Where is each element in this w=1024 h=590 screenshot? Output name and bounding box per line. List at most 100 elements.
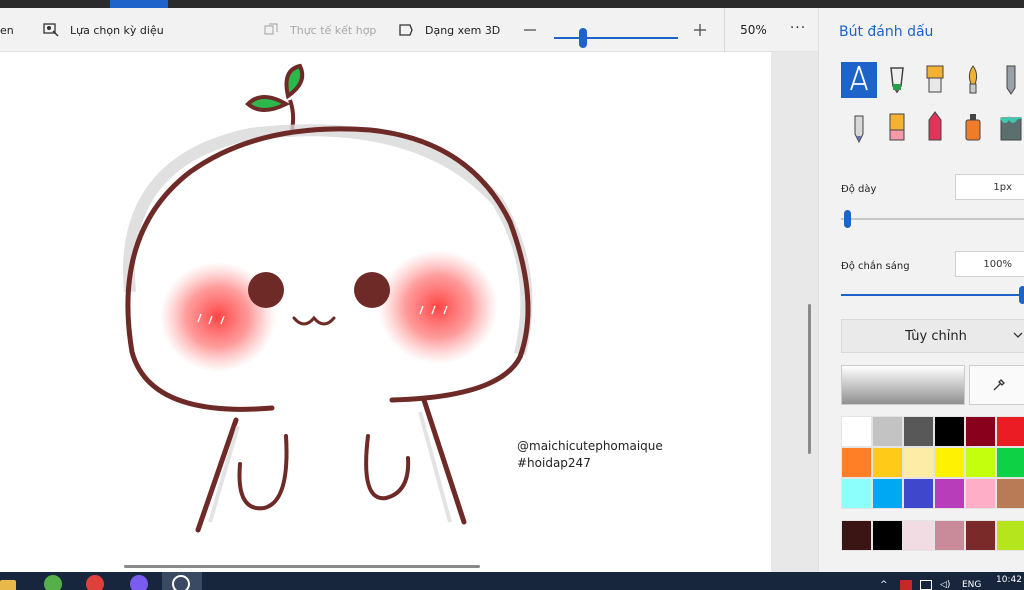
app-icon-2[interactable] [130, 575, 148, 590]
paint3d-taskbar-item[interactable] [162, 572, 202, 590]
thickness-slider-thumb[interactable] [843, 210, 851, 228]
eyedropper-icon [993, 379, 1005, 391]
toolbar-cut-off-item[interactable]: en [0, 8, 14, 52]
crayon-icon [928, 111, 942, 141]
zoom-slider-thumb[interactable] [579, 28, 587, 48]
color-swatch[interactable] [903, 447, 934, 478]
paint3d-window: en Lựa chọn kỳ diệu Thực tế kết hợp Dạng… [0, 0, 1024, 590]
tab-active[interactable] [110, 0, 168, 8]
oil-brush-icon [926, 65, 944, 93]
magic-select-label: Lựa chọn kỳ diệu [70, 23, 164, 37]
custom-palette-row [841, 520, 1024, 551]
credit-handle: @maichicutephomaique [517, 439, 663, 453]
calligraphy-pen-brush-button[interactable] [841, 62, 877, 98]
color-swatch[interactable] [872, 416, 903, 447]
magic-select-button[interactable]: Lựa chọn kỳ diệu [42, 8, 164, 52]
custom-color-swatch[interactable] [872, 520, 903, 551]
watercolor-brush-brush-button[interactable] [955, 62, 991, 98]
top-ribbon-tabs [0, 0, 1024, 8]
tray-chevron-icon[interactable]: ^ [880, 580, 888, 590]
color-swatch[interactable] [934, 416, 965, 447]
zoom-in-button[interactable] [690, 20, 710, 40]
thickness-slider-track[interactable] [841, 218, 1024, 220]
color-swatch[interactable] [996, 447, 1024, 478]
file-explorer-icon[interactable] [0, 580, 16, 590]
more-options-button[interactable]: ··· [784, 20, 812, 40]
chrome-icon[interactable] [86, 575, 104, 590]
custom-color-swatch[interactable] [934, 520, 965, 551]
toolbar: en Lựa chọn kỳ diệu Thực tế kết hợp Dạng… [0, 8, 818, 52]
spray-can-icon [965, 114, 981, 141]
app-icon[interactable] [44, 575, 62, 590]
drawing-canvas[interactable] [0, 52, 771, 572]
ink-pen-icon [890, 67, 904, 94]
minus-icon [524, 29, 536, 31]
zoom-out-button[interactable] [520, 20, 540, 40]
colored-pencil-brush-button[interactable] [841, 110, 877, 146]
current-color-preview[interactable] [841, 365, 965, 405]
color-swatch[interactable] [903, 478, 934, 509]
opacity-input[interactable]: 100% [955, 251, 1024, 277]
opacity-slider-track[interactable] [841, 294, 1024, 296]
color-swatch[interactable] [965, 416, 996, 447]
language-indicator[interactable]: ENG [962, 580, 981, 590]
fill-bucket-icon [1000, 115, 1022, 141]
spray-can-brush-button[interactable] [955, 110, 991, 146]
color-swatch[interactable] [965, 478, 996, 509]
color-palette [841, 416, 1024, 509]
pencil-brush-button[interactable] [993, 62, 1024, 98]
palette-row [841, 416, 1024, 447]
windows-taskbar: ^ ◁) ENG 10:42 A [0, 572, 1024, 590]
thickness-input[interactable]: 1px [955, 174, 1024, 200]
mixed-reality-label: Thực tế kết hợp [290, 23, 377, 37]
color-swatch[interactable] [996, 416, 1024, 447]
magic-select-icon [42, 21, 60, 39]
eyedropper-button[interactable] [969, 365, 1024, 405]
zoom-slider-track[interactable] [554, 37, 678, 39]
color-swatch[interactable] [872, 447, 903, 478]
view-3d-icon [397, 21, 415, 39]
color-swatch[interactable] [903, 416, 934, 447]
drawing-artwork [123, 63, 533, 533]
pencil-icon [1006, 65, 1016, 95]
paint3d-icon [172, 575, 190, 590]
color-swatch[interactable] [841, 478, 872, 509]
custom-color-swatch[interactable] [996, 520, 1024, 551]
color-swatch[interactable] [934, 478, 965, 509]
custom-color-swatch[interactable] [841, 520, 872, 551]
color-swatch[interactable] [996, 478, 1024, 509]
volume-icon[interactable]: ◁) [940, 580, 950, 590]
clock[interactable]: 10:42 A [996, 575, 1024, 585]
crayon-brush-button[interactable] [917, 110, 953, 146]
custom-brush-dropdown[interactable]: Tùy chỉnh [841, 319, 1024, 353]
eraser-brush-button[interactable] [879, 110, 915, 146]
watercolor-brush-icon [968, 65, 978, 94]
canvas-area: @maichicutephomaique #hoidap247 [0, 52, 818, 572]
fill-bucket-brush-button[interactable] [993, 110, 1024, 146]
custom-color-swatch[interactable] [965, 520, 996, 551]
brushes-panel: Bút đánh dấu Độ dày 1px Độ chắn sáng 100… [818, 8, 1024, 572]
vertical-scrollbar[interactable] [808, 304, 811, 454]
calligraphy-pen-icon [850, 65, 868, 91]
colored-pencil-icon [854, 115, 864, 144]
color-swatch[interactable] [841, 416, 872, 447]
chevron-down-icon [1012, 329, 1024, 345]
view-3d-button[interactable]: Dạng xem 3D [397, 8, 500, 52]
color-swatch[interactable] [841, 447, 872, 478]
battery-icon[interactable] [920, 580, 932, 590]
palette-row [841, 478, 1024, 509]
zoom-level[interactable]: 50% [724, 8, 772, 52]
view-3d-label: Dạng xem 3D [425, 23, 501, 37]
color-swatch[interactable] [872, 478, 903, 509]
ink-pen-brush-button[interactable] [879, 62, 915, 98]
thickness-label: Độ dày [841, 184, 877, 195]
oil-brush-brush-button[interactable] [917, 62, 953, 98]
horizontal-scrollbar[interactable] [124, 565, 480, 568]
opacity-slider-thumb[interactable] [1019, 286, 1024, 304]
color-swatch[interactable] [965, 447, 996, 478]
toolbar-cut-off-label: en [0, 23, 14, 37]
mixed-reality-button[interactable]: Thực tế kết hợp [262, 8, 376, 52]
color-swatch[interactable] [934, 447, 965, 478]
tray-app-icon[interactable] [900, 580, 912, 590]
custom-color-swatch[interactable] [903, 520, 934, 551]
